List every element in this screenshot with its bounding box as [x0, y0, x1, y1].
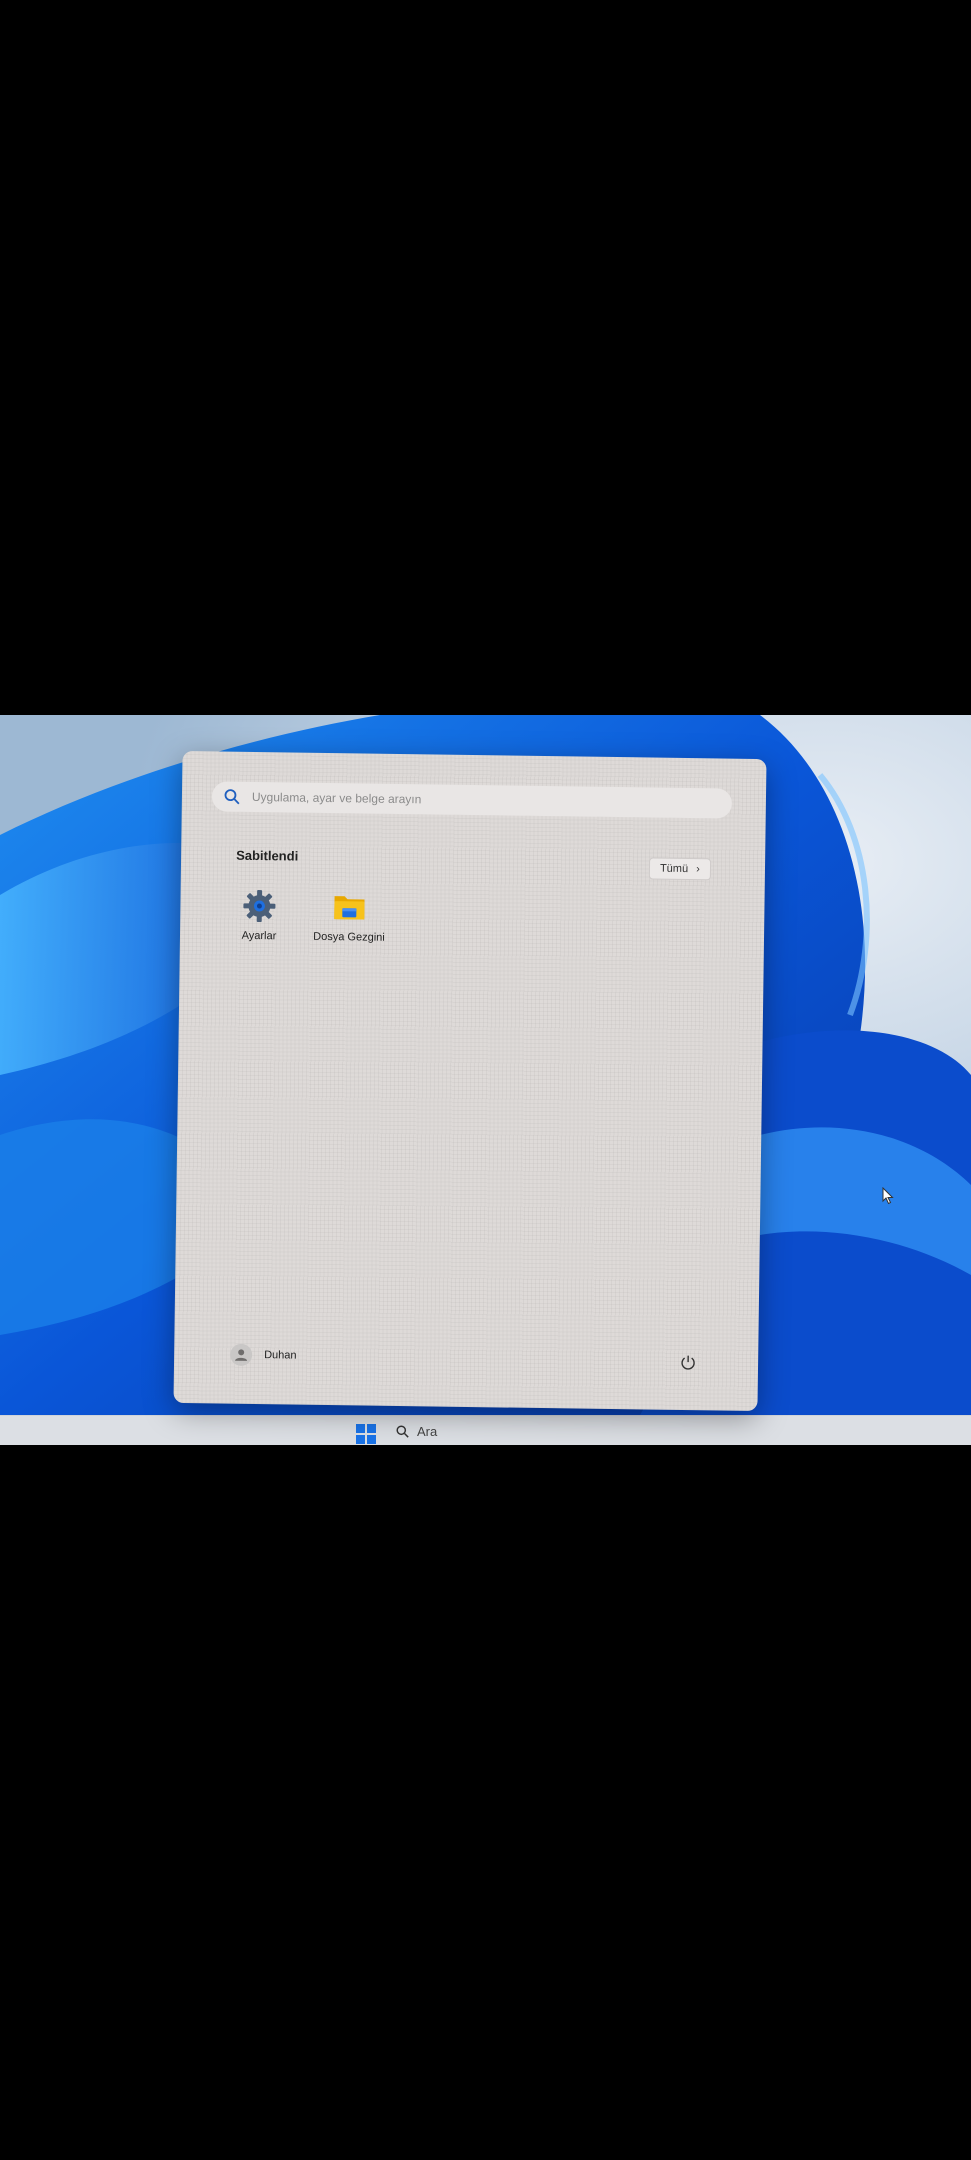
settings-gear-icon — [239, 886, 280, 927]
user-account-button[interactable]: Duhan — [230, 1343, 297, 1367]
search-icon — [224, 789, 240, 805]
avatar — [230, 1343, 253, 1366]
mouse-cursor-icon — [882, 1187, 894, 1205]
app-label-file-explorer: Dosya Gezgini — [313, 930, 385, 944]
taskbar-search[interactable]: Ara — [396, 1424, 437, 1439]
search-icon — [396, 1425, 409, 1438]
user-icon — [235, 1349, 248, 1361]
pinned-section-title: Sabitlendi — [236, 847, 299, 864]
app-label-settings: Ayarlar — [241, 929, 277, 943]
power-icon — [681, 1355, 695, 1370]
start-button[interactable] — [356, 1424, 376, 1444]
all-apps-button[interactable]: Tümü › — [648, 857, 711, 881]
pinned-app-settings[interactable]: Ayarlar — [216, 885, 303, 942]
start-menu: Sabitlendi Tümü › A — [173, 750, 767, 1412]
taskbar-search-label: Ara — [417, 1424, 438, 1439]
start-search-box[interactable] — [211, 781, 733, 819]
pinned-app-file-explorer[interactable]: Dosya Gezgini — [306, 887, 393, 944]
power-button[interactable] — [676, 1350, 700, 1374]
user-name: Duhan — [264, 1349, 297, 1362]
chevron-right-icon: › — [696, 863, 700, 876]
all-apps-label: Tümü — [659, 862, 689, 876]
file-explorer-folder-icon — [329, 887, 370, 928]
taskbar: Ara — [0, 1415, 971, 1445]
search-input[interactable] — [249, 788, 695, 812]
